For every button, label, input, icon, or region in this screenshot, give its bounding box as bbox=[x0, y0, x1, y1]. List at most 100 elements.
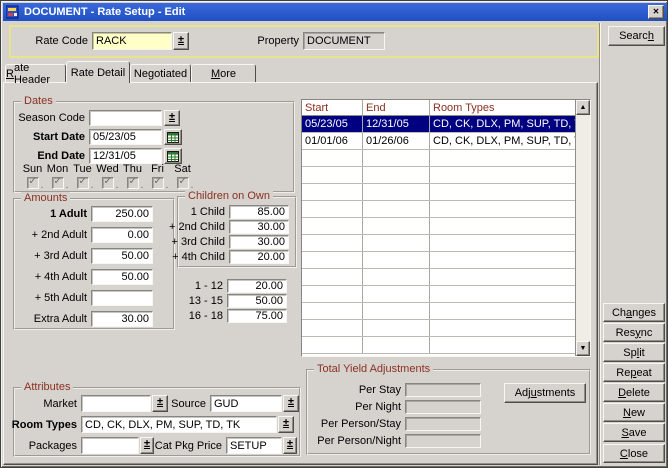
source-field[interactable]: GUD bbox=[210, 395, 282, 412]
cell-start bbox=[302, 167, 363, 183]
table-row[interactable] bbox=[302, 337, 575, 354]
adult-1-label: 1 Adult bbox=[17, 208, 91, 220]
resync-button[interactable]: Resync bbox=[603, 323, 665, 342]
day-label: Sat bbox=[174, 163, 191, 175]
adult-4-field[interactable]: 50.00 bbox=[91, 269, 153, 285]
weekday-row: Sun Mon Tue Wed Thu Fri Sat bbox=[20, 163, 195, 189]
delete-button[interactable]: Delete bbox=[603, 383, 665, 402]
packages-field[interactable] bbox=[81, 437, 139, 454]
age-16-18-label: 16 - 18 bbox=[179, 310, 227, 322]
extra-adult-label: Extra Adult bbox=[17, 313, 91, 325]
rate-code-panel: Rate Code RACK ± Property DOCUMENT bbox=[9, 25, 599, 58]
end-date-calendar-button[interactable] bbox=[164, 148, 182, 164]
cell-end bbox=[363, 303, 430, 319]
day-checkbox[interactable] bbox=[52, 177, 64, 189]
table-row[interactable] bbox=[302, 218, 575, 235]
tab-rate-detail[interactable]: Rate Detail bbox=[66, 61, 130, 83]
table-row[interactable] bbox=[302, 235, 575, 252]
table-row[interactable]: 05/23/05 12/31/05 CD, CK, DLX, PM, SUP, … bbox=[302, 116, 575, 133]
child-2-label: + 2nd Child bbox=[181, 221, 229, 233]
table-row[interactable] bbox=[302, 184, 575, 201]
table-row[interactable] bbox=[302, 303, 575, 320]
market-lov-button[interactable]: ± bbox=[152, 395, 168, 412]
room-types-lov-button[interactable]: ± bbox=[278, 416, 294, 433]
age-13-15-field[interactable]: 50.00 bbox=[227, 294, 287, 308]
tab-negotiated[interactable]: Negotiated bbox=[130, 64, 191, 82]
repeat-label-end: eat bbox=[636, 367, 651, 379]
age-1-12-field[interactable]: 20.00 bbox=[227, 279, 287, 293]
day-checkbox[interactable] bbox=[177, 177, 189, 189]
dates-group: Dates Season Code ± Start Date 05/23/05 … bbox=[13, 101, 295, 193]
child-1-field[interactable]: 85.00 bbox=[229, 205, 289, 219]
market-field[interactable] bbox=[81, 395, 151, 412]
start-date-field[interactable]: 05/23/05 bbox=[89, 129, 162, 145]
day-checkbox[interactable] bbox=[127, 177, 139, 189]
extra-adult-field[interactable]: 30.00 bbox=[91, 311, 153, 327]
child-2-field[interactable]: 30.00 bbox=[229, 220, 289, 234]
age-16-18-field[interactable]: 75.00 bbox=[227, 309, 287, 323]
new-button[interactable]: New bbox=[603, 403, 665, 422]
source-lov-button[interactable]: ± bbox=[283, 395, 299, 412]
per-person-stay-label: Per Person/Stay bbox=[310, 418, 405, 430]
adult-3-field[interactable]: 50.00 bbox=[91, 248, 153, 264]
cell-start bbox=[302, 201, 363, 217]
tab-rate-header[interactable]: Rate Header bbox=[5, 64, 66, 82]
vertical-divider bbox=[599, 23, 601, 465]
table-row[interactable] bbox=[302, 252, 575, 269]
table-row[interactable] bbox=[302, 286, 575, 303]
adult-2-label: + 2nd Adult bbox=[17, 229, 91, 241]
adult-5-field[interactable] bbox=[91, 290, 153, 306]
children-group: Children on Own 1 Child85.00 + 2nd Child… bbox=[177, 196, 297, 268]
season-code-lov-button[interactable]: ± bbox=[164, 110, 180, 126]
adult-5-label: + 5th Adult bbox=[17, 292, 91, 304]
packages-lov-button[interactable]: ± bbox=[140, 437, 154, 454]
close-button-bottom[interactable]: Close bbox=[603, 444, 665, 463]
table-row[interactable] bbox=[302, 150, 575, 167]
child-3-field[interactable]: 30.00 bbox=[229, 235, 289, 249]
scroll-up-button[interactable]: ▲ bbox=[576, 100, 590, 115]
table-row[interactable]: 01/01/06 01/26/06 CD, CK, DLX, PM, SUP, … bbox=[302, 133, 575, 150]
adult-1-field[interactable]: 250.00 bbox=[91, 206, 153, 222]
repeat-button[interactable]: Repeat bbox=[603, 363, 665, 382]
changes-button[interactable]: Changes bbox=[603, 303, 665, 322]
cell-end bbox=[363, 167, 430, 183]
changes-label-end: nges bbox=[632, 307, 656, 319]
day-checkbox[interactable] bbox=[77, 177, 89, 189]
search-button[interactable]: Search bbox=[608, 26, 665, 46]
per-night-field bbox=[405, 400, 481, 414]
day-checkbox[interactable] bbox=[102, 177, 114, 189]
rate-code-lov-button[interactable]: ± bbox=[173, 32, 189, 50]
cat-pkg-price-lov-button[interactable]: ± bbox=[283, 437, 297, 454]
child-4-field[interactable]: 20.00 bbox=[229, 250, 289, 264]
tab-more[interactable]: More bbox=[191, 64, 256, 82]
room-types-field[interactable]: CD, CK, DLX, PM, SUP, TD, TK bbox=[81, 416, 277, 433]
end-date-field[interactable]: 12/31/05 bbox=[89, 148, 162, 164]
rate-code-field[interactable]: RACK bbox=[92, 32, 172, 50]
table-row[interactable] bbox=[302, 320, 575, 337]
day-checkbox[interactable] bbox=[152, 177, 164, 189]
cell-room-types bbox=[430, 320, 575, 336]
tab-label-end: ore bbox=[220, 68, 236, 80]
table-row[interactable] bbox=[302, 201, 575, 218]
cat-pkg-price-field[interactable]: SETUP bbox=[226, 437, 282, 454]
save-button[interactable]: Save bbox=[603, 423, 665, 442]
rate-setup-window: DOCUMENT - Rate Setup - Edit ✕ Rate Code… bbox=[0, 0, 668, 468]
cell-end bbox=[363, 337, 430, 353]
scroll-down-button[interactable]: ▼ bbox=[576, 341, 590, 356]
new-hotkey: N bbox=[623, 407, 631, 419]
start-date-calendar-button[interactable] bbox=[164, 129, 182, 145]
cell-room-types bbox=[430, 167, 575, 183]
table-scrollbar[interactable]: ▲ ▼ bbox=[575, 100, 590, 356]
adult-2-field[interactable]: 0.00 bbox=[91, 227, 153, 243]
cell-start bbox=[302, 337, 363, 353]
table-row[interactable] bbox=[302, 269, 575, 286]
season-code-field[interactable] bbox=[89, 110, 162, 126]
split-button[interactable]: Split bbox=[603, 343, 665, 362]
property-field: DOCUMENT bbox=[303, 32, 385, 50]
table-row[interactable] bbox=[302, 167, 575, 184]
close-button[interactable]: ✕ bbox=[648, 5, 664, 19]
adjustments-button[interactable]: Adjustments bbox=[504, 383, 586, 403]
cell-room-types: CD, CK, DLX, PM, SUP, TD, TK bbox=[430, 116, 575, 132]
day-checkbox[interactable] bbox=[27, 177, 39, 189]
room-types-label: Room Types bbox=[17, 419, 81, 431]
